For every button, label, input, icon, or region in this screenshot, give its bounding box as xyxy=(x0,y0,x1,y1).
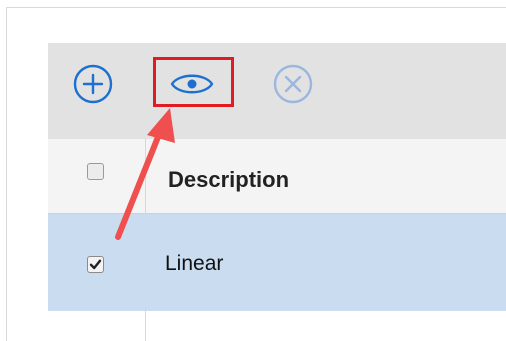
select-all-checkbox[interactable] xyxy=(87,163,104,180)
table-empty-row xyxy=(48,311,506,341)
add-button[interactable] xyxy=(70,61,116,107)
plus-circle-icon xyxy=(73,64,113,104)
column-divider xyxy=(145,139,146,341)
frame-border-top xyxy=(6,7,506,8)
data-grid: Description Linear xyxy=(48,43,506,341)
checkmark-icon xyxy=(89,259,102,270)
table-row[interactable]: Linear xyxy=(48,214,506,311)
column-header-description[interactable]: Description xyxy=(168,167,289,193)
remove-button[interactable] xyxy=(270,61,316,107)
view-button-highlight xyxy=(153,57,234,107)
frame-border-left xyxy=(6,7,7,341)
grid-toolbar xyxy=(48,43,506,139)
x-circle-icon xyxy=(273,64,313,104)
description-cell: Linear xyxy=(165,252,224,275)
row-checkbox[interactable] xyxy=(87,256,104,273)
table-header-row: Description xyxy=(48,139,506,214)
